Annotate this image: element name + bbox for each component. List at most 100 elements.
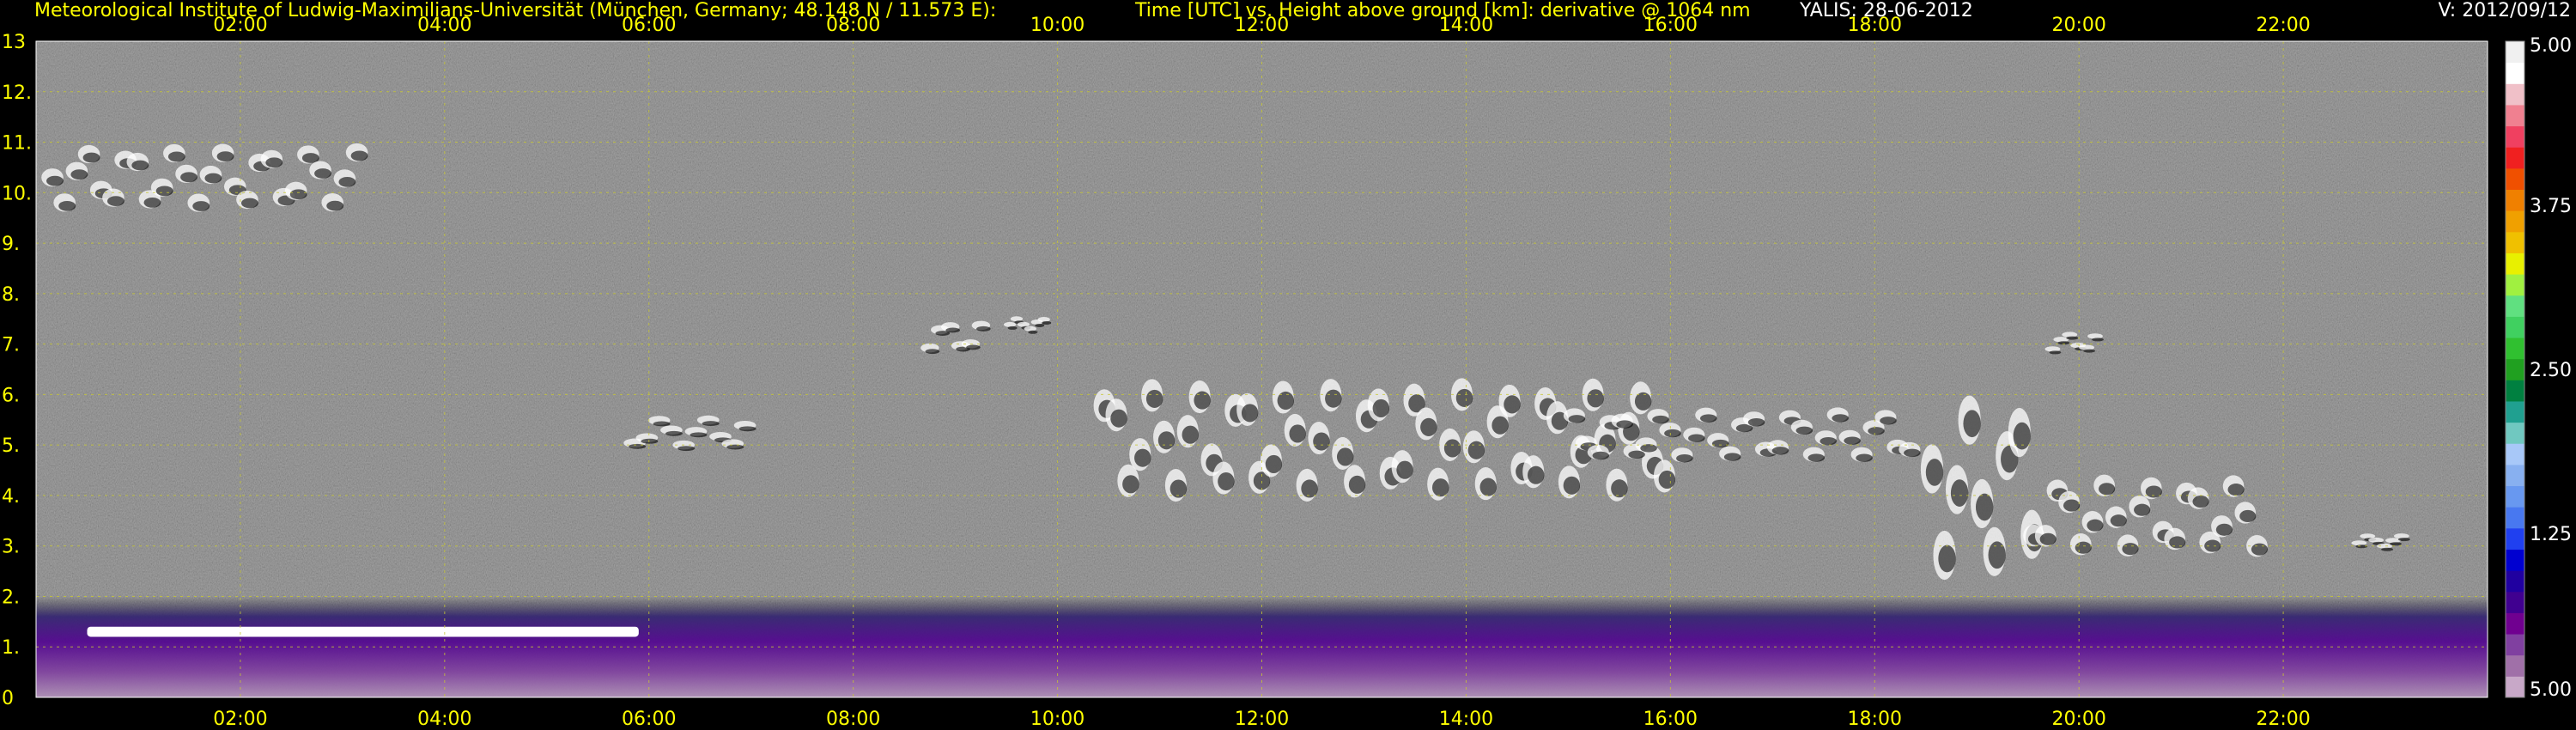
cloud-fragment (2351, 540, 2367, 546)
y-tick-label: 12. (2, 82, 32, 104)
colorbar-swatch (2506, 104, 2524, 127)
cloud-fragment (1037, 316, 1050, 322)
cloud-shadow (1157, 431, 1176, 450)
cloud-shadow (1652, 415, 1669, 424)
cloud-shadow (2063, 499, 2081, 512)
y-tick-label: 4. (2, 486, 20, 508)
cloud-shadow (1194, 391, 1211, 410)
x-tick-label: 14:00 (1439, 709, 1493, 730)
cloud-shadow (70, 169, 88, 180)
x-tick-label: 18:00 (1848, 709, 1902, 730)
x-tick-label: 20:00 (2051, 15, 2105, 36)
cloud-shadow (1938, 544, 1956, 573)
cloud-shadow (1336, 447, 1354, 466)
cloud-shadow (1122, 475, 1139, 494)
colorbar-swatch (2506, 62, 2524, 84)
cloud-shadow (738, 426, 756, 432)
cloud-shadow (1832, 414, 1849, 423)
cloud-shadow (2049, 350, 2062, 355)
cloud-shadow (1289, 424, 1306, 443)
cloud-shadow (289, 189, 307, 200)
cloud-shadow (925, 349, 940, 355)
cloud-shadow (2075, 541, 2092, 554)
lidar-time-height-chart: 02:0002:0004:0004:0006:0006:0008:0008:00… (2, 15, 2572, 730)
cloud-shadow (58, 200, 76, 211)
cloud-shadow (2122, 543, 2139, 556)
cloud-shadow (338, 176, 356, 187)
colorbar (2505, 40, 2525, 698)
cloud-shadow (1747, 418, 1765, 427)
y-axis-tick-labels: 0 1. 2. 3. 4. 5. 6. 7. 8. 9. 10. 11. 12. 13 (2, 32, 32, 709)
colorbar-swatch (2506, 507, 2524, 529)
cloud-shadow (1028, 330, 1038, 334)
cloud-shadow (82, 152, 100, 163)
cloud-shadow (1467, 441, 1485, 459)
cloud-shadow (2390, 542, 2402, 546)
cloud-fragment (2368, 537, 2385, 543)
cloud-shadow (192, 201, 210, 211)
cloud-shadow (2013, 422, 2031, 450)
colorbar-swatch (2506, 295, 2524, 317)
colorbar-swatch (2506, 167, 2524, 191)
cloud-shadow (2145, 485, 2162, 498)
cloud-shadow (155, 186, 173, 197)
colorbar-swatch (2506, 338, 2524, 360)
cloud-shadow (326, 200, 344, 211)
cloud-shadow (1723, 453, 1741, 461)
cloud-shadow (2215, 523, 2233, 536)
x-tick-label: 06:00 (622, 709, 676, 730)
cloud-shadow (2134, 503, 2151, 516)
cloud-shadow (1925, 459, 1944, 486)
cloud-shadow (143, 198, 161, 208)
colorbar-swatch (2506, 464, 2524, 487)
x-tick-label: 22:00 (2256, 15, 2310, 36)
cloud-shadow (1950, 479, 1969, 507)
cloud-shadow (1348, 475, 1366, 494)
cloud-shadow (1880, 417, 1897, 425)
cloud-shadow (1035, 323, 1045, 327)
cloud-shadow (1504, 395, 1521, 414)
cloud-shadow (2251, 543, 2269, 556)
y-tick-label: 2. (2, 587, 20, 608)
colorbar-swatch (2506, 41, 2524, 64)
cloud-shadow (2092, 338, 2104, 342)
colorbar-swatch (2506, 380, 2524, 402)
y-tick-label: 10. (2, 183, 32, 204)
cloud-shadow (2039, 532, 2057, 545)
cloud-shadow (106, 196, 125, 207)
cloud-shadow (1042, 320, 1052, 325)
cloud-shadow (702, 421, 720, 427)
cloud-shadow (2381, 547, 2393, 551)
x-tick-label: 12:00 (1235, 709, 1289, 730)
colorbar-swatch (2506, 591, 2524, 613)
colorbar-swatch (2506, 570, 2524, 593)
cloud-shadow (1676, 454, 1693, 463)
cloud-shadow (1820, 436, 1837, 446)
colorbar-swatch (2506, 676, 2524, 698)
cloud-shadow (1856, 453, 1873, 462)
cloud-shadow (1711, 439, 1729, 448)
cloud-shadow (1455, 388, 1473, 407)
cloud-shadow (1420, 417, 1437, 436)
y-tick-label: 8. (2, 284, 20, 306)
cloud-shadow (204, 173, 222, 184)
cloud-shadow (1241, 404, 1259, 423)
colorbar-swatch (2506, 252, 2524, 275)
colorbar-tick-label: 2.50 (2530, 360, 2572, 381)
y-tick-label: 5. (2, 435, 20, 457)
colorbar-swatch (2506, 400, 2524, 423)
cloud-shadow (1771, 447, 1789, 455)
cloud-shadow (1807, 453, 1826, 462)
cloud-shadow (690, 432, 708, 438)
colorbar-tick-labels: 5.00 3.75 2.50 1.25 5.00 (2530, 35, 2572, 701)
cloud-shadow (1616, 420, 1633, 429)
feature-strong-low-layer (87, 626, 639, 637)
cloud-shadow (1963, 410, 1981, 438)
cloud-shadow (1396, 460, 1413, 479)
cloud-shadow (2083, 349, 2096, 353)
cloud-shadow (2087, 519, 2104, 532)
colorbar-swatch (2506, 231, 2524, 253)
cloud-shadow (2192, 496, 2209, 508)
cloud-shadow (1628, 450, 1645, 459)
cloud-shadow (131, 160, 149, 171)
